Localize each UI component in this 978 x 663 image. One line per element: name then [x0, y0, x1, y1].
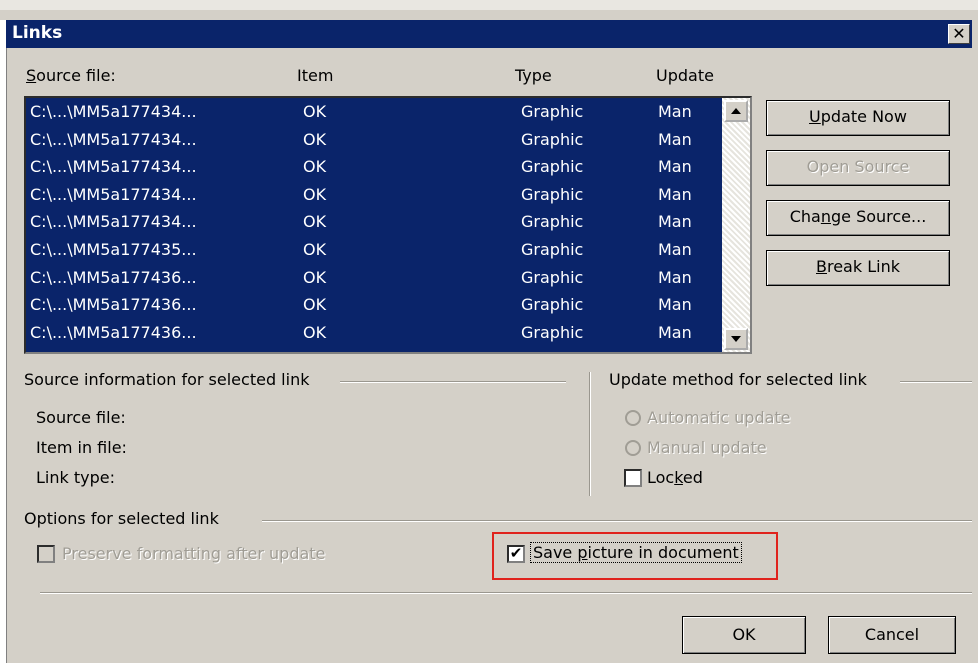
link-row[interactable]: C:\...\MM5a177436... OK Graphic Man [26, 320, 716, 346]
update-method-separator [900, 381, 972, 383]
link-row[interactable]: C:\...\MM5a177434... OK Graphic Man [26, 99, 716, 125]
link-type-cell: Graphic [521, 295, 584, 315]
title-bar: Links ✕ [6, 20, 972, 48]
link-type-cell: Graphic [521, 322, 584, 342]
link-update-cell: Man [658, 240, 692, 259]
source-info-separator [340, 381, 566, 383]
link-row[interactable]: C:\...\MM5a177434... OK Graphic Man [26, 154, 716, 180]
manual-update-label: Manual update [647, 438, 767, 457]
source-info-title: Source information for selected link [24, 370, 316, 389]
link-type-cell: Graphic [521, 267, 584, 287]
link-update-cell: Man [658, 184, 692, 204]
link-row[interactable]: C:\...\MM5a177436... OK Graphic Man [26, 265, 716, 291]
link-item-cell: OK [303, 157, 327, 177]
link-item-cell: OK [303, 129, 327, 149]
link-row[interactable]: C:\...\MM5a177436... OK Graphic Man [26, 292, 716, 318]
link-source-cell: C:\...\MM5a177436... [30, 267, 197, 287]
link-update-cell: Man [658, 295, 692, 315]
update-method-title: Update method for selected link [609, 370, 873, 389]
link-item-cell: OK [303, 212, 327, 232]
link-item-cell: OK [303, 102, 327, 121]
link-type-cell: Graphic [521, 157, 584, 177]
close-icon: ✕ [952, 24, 966, 43]
locked-checkbox[interactable] [624, 469, 642, 487]
item-in-file-label: Item in file: [36, 438, 127, 457]
locked-label: Locked [647, 468, 703, 487]
links-list[interactable]: C:\...\MM5a177434... OK Graphic Man C:\...\M… [24, 96, 752, 354]
link-update-cell: Man [658, 267, 692, 287]
bottom-separator [40, 592, 972, 594]
link-item-cell: OK [303, 322, 327, 342]
column-header-source: Source file: [26, 66, 116, 85]
preserve-formatting-checkbox[interactable] [37, 545, 55, 563]
locked-label-text: Locked [647, 468, 703, 487]
source-file-label: Source file: [36, 408, 126, 427]
link-row[interactable]: C:\...\MM5a177434... OK Graphic Man [26, 182, 716, 208]
link-row[interactable]: C:\...\MM5a177434... OK Graphic Man [26, 127, 716, 153]
links-scrollbar[interactable] [722, 98, 750, 352]
cancel-button[interactable]: Cancel [828, 616, 956, 654]
scroll-down-icon [731, 336, 741, 342]
column-header-source-label: Source file: [26, 66, 116, 85]
link-row[interactable]: C:\...\MM5a177435... OK Graphic Man [26, 237, 716, 263]
background-window-strip [0, 0, 978, 10]
dialog-title: Links [12, 23, 63, 43]
link-row[interactable]: C:\...\MM5a177434... OK Graphic Man [26, 209, 716, 235]
link-type-cell: Graphic [521, 184, 584, 204]
automatic-update-label: Automatic update [647, 408, 791, 427]
dialog-left-edge [0, 20, 7, 663]
column-header-update: Update [656, 66, 714, 85]
scroll-down-button[interactable] [724, 328, 748, 350]
close-button[interactable]: ✕ [948, 24, 970, 44]
group-divider [589, 372, 591, 496]
link-type-cell: Graphic [521, 129, 584, 149]
link-update-cell: Man [658, 102, 692, 121]
options-separator [262, 520, 972, 522]
link-source-cell: C:\...\MM5a177434... [30, 157, 197, 177]
ok-label: OK [732, 625, 756, 644]
link-source-cell: C:\...\MM5a177434... [30, 102, 197, 121]
save-picture-checkbox[interactable]: ✔ [507, 545, 525, 563]
change-source-button[interactable]: Change Source... [766, 200, 950, 236]
change-source-label: Change Source... [789, 207, 927, 226]
link-source-cell: C:\...\MM5a177436... [30, 322, 197, 342]
link-type-cell: Graphic [521, 212, 584, 232]
ok-button[interactable]: OK [682, 616, 806, 654]
column-header-item: Item [297, 66, 334, 85]
cancel-label: Cancel [864, 625, 920, 644]
break-link-label: Break Link [816, 257, 900, 276]
link-source-cell: C:\...\MM5a177434... [30, 129, 197, 149]
scroll-up-button[interactable] [724, 100, 748, 122]
link-update-cell: Man [658, 157, 692, 177]
link-source-cell: C:\...\MM5a177434... [30, 212, 197, 232]
scroll-up-icon [731, 108, 741, 114]
column-header-type: Type [515, 66, 552, 85]
link-item-cell: OK [303, 295, 327, 315]
options-title: Options for selected link [24, 509, 225, 528]
save-picture-label: Save picture in document [530, 542, 742, 563]
link-source-cell: C:\...\MM5a177434... [30, 184, 197, 204]
manual-update-radio[interactable] [625, 440, 641, 456]
link-item-cell: OK [303, 184, 327, 204]
preserve-formatting-label: Preserve formatting after update [62, 544, 326, 563]
link-type-cell: Graphic [521, 240, 584, 259]
link-item-cell: OK [303, 267, 327, 287]
link-source-cell: C:\...\MM5a177436... [30, 295, 197, 315]
link-source-cell: C:\...\MM5a177435... [30, 240, 197, 259]
automatic-update-radio[interactable] [625, 410, 641, 426]
save-picture-label-text: Save picture in document [530, 542, 742, 563]
break-link-button[interactable]: Break Link [766, 250, 950, 286]
update-now-label: Update Now [809, 107, 907, 126]
link-update-cell: Man [658, 212, 692, 232]
link-update-cell: Man [658, 129, 692, 149]
link-item-cell: OK [303, 240, 327, 259]
link-type-cell: Graphic [521, 102, 584, 121]
update-now-button[interactable]: Update Now [766, 100, 950, 136]
open-source-button[interactable]: Open Source [766, 150, 950, 186]
save-picture-check-icon: ✔ [509, 544, 523, 562]
link-update-cell: Man [658, 322, 692, 342]
open-source-label: Open Source [806, 157, 910, 176]
link-type-label: Link type: [36, 468, 115, 487]
